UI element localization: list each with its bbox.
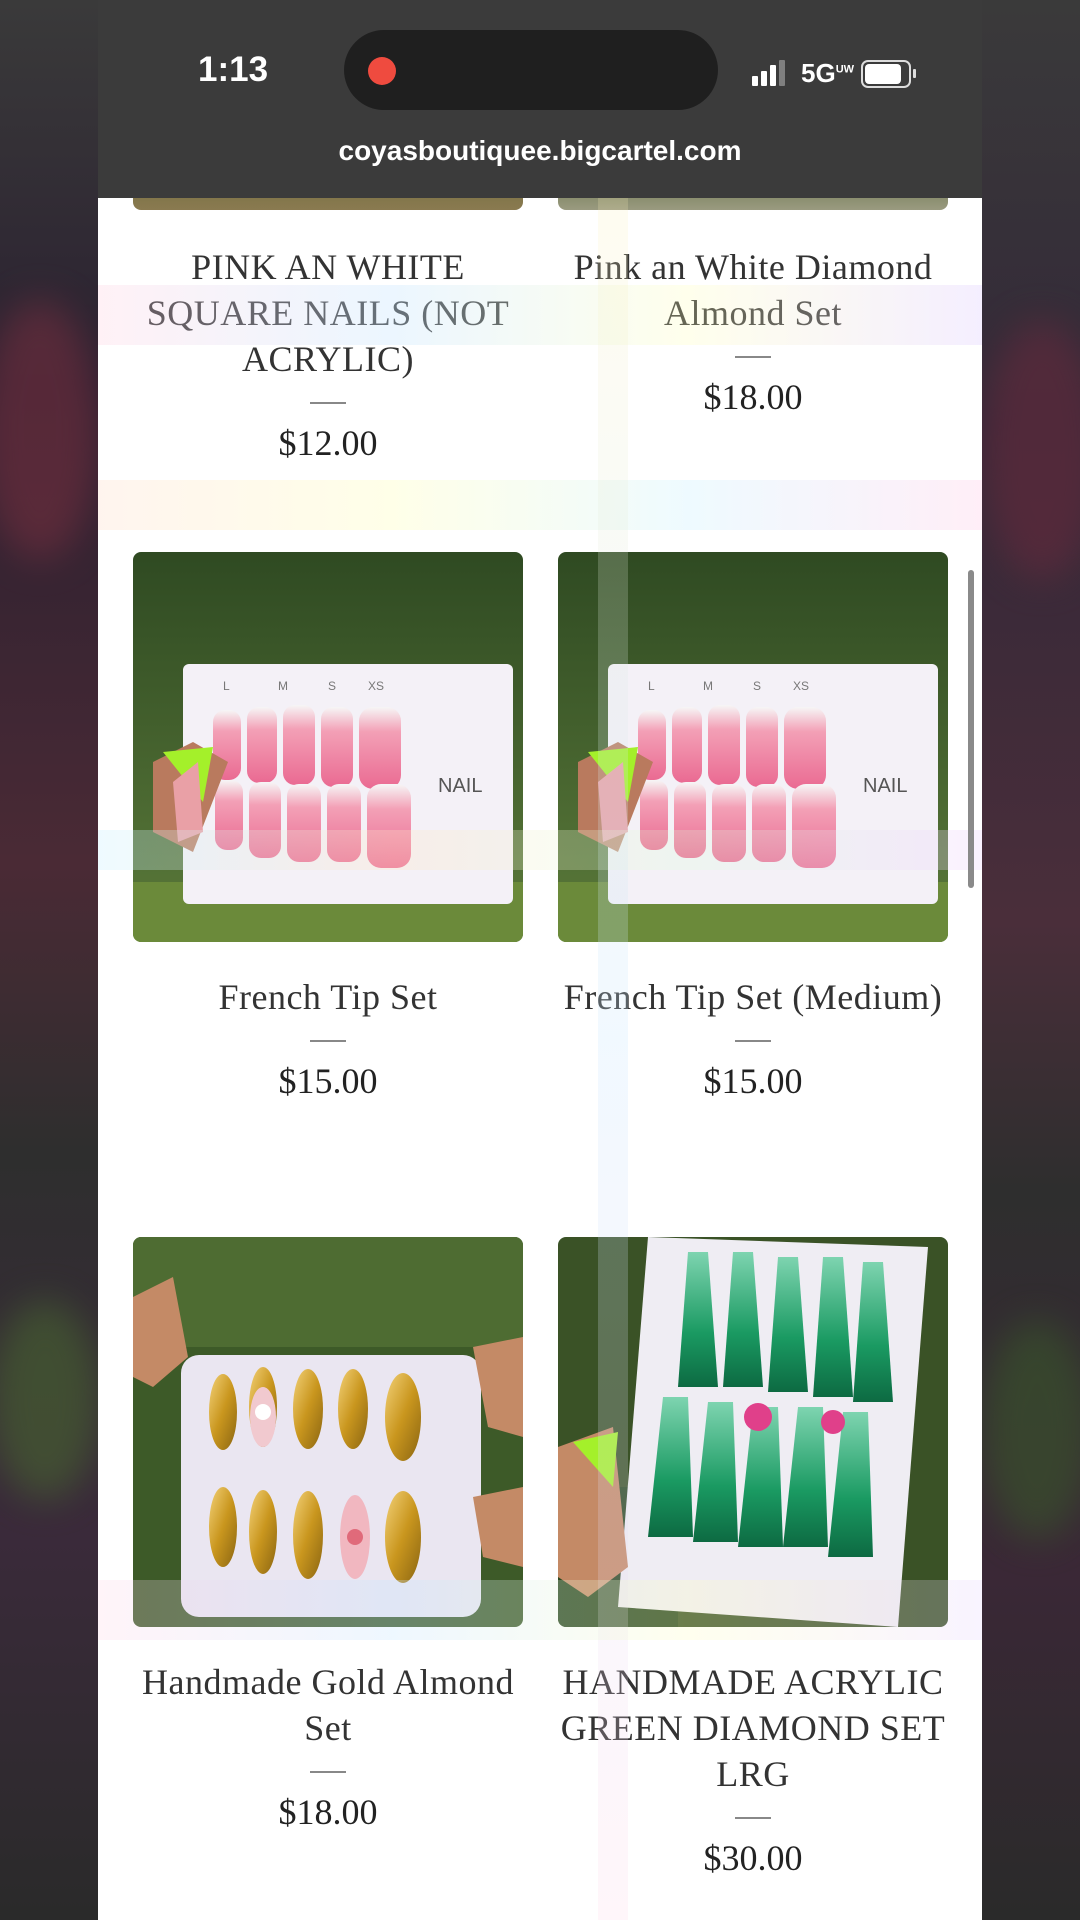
network-type: 5GUW	[801, 58, 855, 88]
svg-text:XS: XS	[368, 679, 384, 693]
product-price: $30.00	[703, 1838, 803, 1878]
divider	[310, 1040, 346, 1042]
recording-indicator-icon	[368, 57, 396, 85]
product-card[interactable]: PINK AN WHITE SQUARE NAILS (NOT ACRYLIC)…	[133, 244, 523, 464]
product-card[interactable]: HANDMADE ACRYLIC GREEN DIAMOND SET LRG $…	[558, 1659, 948, 1879]
svg-text:M: M	[703, 679, 713, 693]
clock-time: 1:13	[198, 50, 269, 89]
green-diamond-nails-photo	[558, 1237, 948, 1627]
cellular-signal-icon	[752, 60, 785, 86]
svg-text:NAIL: NAIL	[438, 775, 482, 797]
product-image[interactable]	[558, 1237, 948, 1627]
scrollbar[interactable]	[968, 570, 974, 888]
dynamic-island	[344, 30, 718, 110]
product-title[interactable]: HANDMADE ACRYLIC GREEN DIAMOND SET LRG	[558, 1659, 948, 1797]
product-price: $18.00	[278, 1792, 378, 1832]
svg-text:L: L	[648, 679, 655, 693]
divider	[310, 402, 346, 404]
product-price: $18.00	[703, 377, 803, 417]
product-price: $15.00	[703, 1061, 803, 1101]
network-subtype: UW	[835, 63, 855, 76]
svg-text:XS: XS	[793, 679, 809, 693]
status-bar: 1:13 5GUW coyasboutiquee.bigcartel.com	[98, 0, 982, 198]
pink-french-tip-nails-photo: L M S XS NAIL	[133, 552, 523, 942]
product-title[interactable]: Handmade Gold Almond Set	[133, 1659, 523, 1751]
blurred-background-right	[982, 0, 1080, 1920]
product-title[interactable]: Pink an White Diamond Almond Set	[558, 244, 948, 336]
product-card[interactable]: French Tip Set $15.00	[133, 974, 523, 1102]
blurred-background-left	[0, 0, 98, 1920]
divider	[735, 1817, 771, 1819]
product-image[interactable]	[133, 1237, 523, 1627]
svg-text:NAIL: NAIL	[863, 775, 907, 797]
phone-screen: PINK AN WHITE SQUARE NAILS (NOT ACRYLIC)…	[98, 0, 982, 1920]
divider	[310, 1771, 346, 1773]
product-card[interactable]: Handmade Gold Almond Set $18.00	[133, 1659, 523, 1833]
product-title[interactable]: French Tip Set	[133, 974, 523, 1020]
battery-icon	[861, 60, 916, 88]
product-card[interactable]: Pink an White Diamond Almond Set $18.00	[558, 244, 948, 418]
svg-text:S: S	[753, 679, 761, 693]
product-price: $12.00	[278, 423, 378, 463]
product-title[interactable]: French Tip Set (Medium)	[558, 974, 948, 1020]
divider	[735, 356, 771, 358]
gold-almond-nails-photo	[133, 1237, 523, 1627]
screen-glare	[98, 480, 982, 530]
product-title[interactable]: PINK AN WHITE SQUARE NAILS (NOT ACRYLIC)	[133, 244, 523, 382]
svg-text:L: L	[223, 679, 230, 693]
product-image[interactable]: L M S XS NAIL	[133, 552, 523, 942]
product-image[interactable]: L M S XS NAIL	[558, 552, 948, 942]
pink-french-tip-nails-photo: L M S XS NAIL	[558, 552, 948, 942]
address-bar-url[interactable]: coyasboutiquee.bigcartel.com	[98, 135, 982, 167]
svg-text:S: S	[328, 679, 336, 693]
product-price: $15.00	[278, 1061, 378, 1101]
svg-text:M: M	[278, 679, 288, 693]
divider	[735, 1040, 771, 1042]
product-card[interactable]: French Tip Set (Medium) $15.00	[558, 974, 948, 1102]
